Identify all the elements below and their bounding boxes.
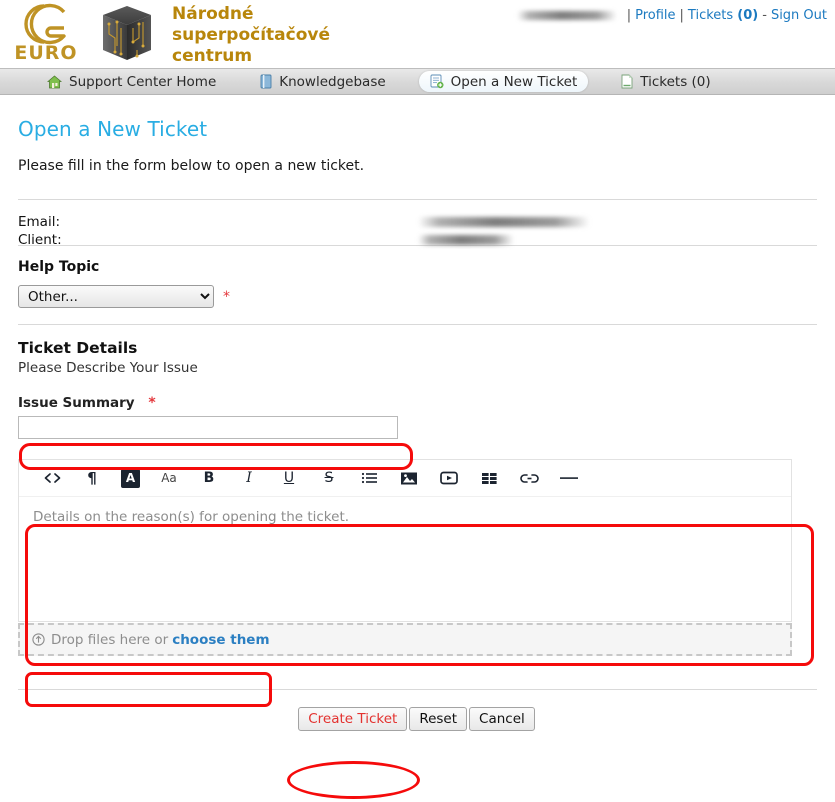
- rich-text-editor: ¶ A Aa B I U S Details on the reason(s) …: [18, 459, 792, 622]
- main-navigation: Support Center Home Knowledgebase Open a…: [0, 68, 835, 95]
- page-header: EURO Národné superpočítačové centrum | P…: [0, 0, 835, 68]
- user-bar-divider-2: |: [679, 8, 684, 23]
- cube-circuit-logo-icon: [96, 2, 158, 64]
- double-c-logo-icon: [24, 3, 66, 45]
- ticket-details-heading: Ticket Details: [18, 339, 138, 357]
- font-size-icon[interactable]: Aa: [158, 467, 180, 489]
- tab-label: Open a New Ticket: [450, 73, 578, 90]
- issue-summary-required-marker: *: [148, 395, 156, 411]
- tab-label: Knowledgebase: [279, 73, 386, 90]
- image-icon[interactable]: [398, 467, 420, 489]
- help-topic-block: Help Topic Other... *: [18, 246, 817, 324]
- tickets-link-count: (0): [737, 8, 759, 23]
- username-redacted: [516, 11, 617, 20]
- tab-tickets[interactable]: Tickets (0): [610, 71, 721, 92]
- link-icon[interactable]: [518, 467, 540, 489]
- ticket-details-section: Ticket Details Please Describe Your Issu…: [18, 325, 817, 656]
- horizontal-rule-icon[interactable]: [558, 467, 580, 489]
- source-code-icon[interactable]: [41, 467, 63, 489]
- email-value: [418, 215, 590, 230]
- paragraph-icon[interactable]: ¶: [81, 467, 103, 489]
- annotation-create-ticket-button: [287, 761, 420, 799]
- video-icon[interactable]: [438, 467, 460, 489]
- euro-logo-text: EURO: [14, 42, 78, 64]
- form-actions: Create Ticket Reset Cancel: [18, 707, 817, 731]
- book-icon: [260, 74, 272, 89]
- create-ticket-button[interactable]: Create Ticket: [298, 707, 408, 731]
- email-label: Email:: [18, 214, 61, 230]
- home-icon: [47, 74, 62, 89]
- email-value-redacted: [418, 217, 590, 227]
- underline-icon[interactable]: U: [278, 467, 300, 489]
- user-bar-dash: -: [762, 8, 767, 23]
- editor-body-placeholder[interactable]: Details on the reason(s) for opening the…: [19, 497, 791, 621]
- issue-summary-label-text: Issue Summary: [18, 395, 135, 411]
- euro-logo: EURO: [10, 2, 82, 64]
- help-topic-required-marker: *: [223, 288, 230, 305]
- text-color-icon[interactable]: A: [121, 468, 140, 488]
- client-row: Client:: [18, 231, 817, 249]
- client-value-redacted: [418, 235, 514, 245]
- tab-label: Support Center Home: [69, 73, 217, 90]
- issue-summary-label: Issue Summary *: [18, 395, 817, 411]
- document-icon: [621, 74, 633, 89]
- file-dropzone[interactable]: Drop files here or choose them: [18, 623, 792, 656]
- cancel-button[interactable]: Cancel: [469, 707, 535, 731]
- tab-open-a-new-ticket[interactable]: Open a New Ticket: [418, 71, 589, 92]
- account-info-block: Email: Client:: [18, 200, 817, 248]
- tickets-link[interactable]: Tickets (0): [688, 8, 758, 23]
- brand-block: EURO Národné superpočítačové centrum: [10, 2, 382, 67]
- bold-icon[interactable]: B: [198, 467, 220, 489]
- brand-title: Národné superpočítačové centrum: [172, 4, 331, 66]
- help-topic-row: Other... *: [18, 285, 817, 308]
- user-bar-divider-1: |: [626, 8, 632, 23]
- editor-toolbar: ¶ A Aa B I U S: [19, 460, 791, 497]
- user-bar: | Profile | Tickets (0) - Sign Out: [516, 8, 827, 23]
- bullet-list-icon[interactable]: [358, 467, 380, 489]
- reset-button[interactable]: Reset: [409, 707, 468, 731]
- help-topic-select[interactable]: Other...: [18, 285, 214, 308]
- sign-out-link[interactable]: Sign Out: [771, 8, 827, 23]
- table-icon[interactable]: [478, 467, 500, 489]
- strikethrough-icon[interactable]: S: [318, 467, 340, 489]
- help-topic-label: Help Topic: [18, 259, 100, 275]
- page-subtitle: Please fill in the form below to open a …: [18, 158, 365, 174]
- italic-icon[interactable]: I: [238, 467, 260, 489]
- profile-link[interactable]: Profile: [635, 8, 675, 23]
- tab-support-center-home[interactable]: Support Center Home: [36, 71, 227, 92]
- main-content: Open a New Ticket Please fill in the for…: [0, 117, 835, 731]
- upload-arrow-icon: [32, 633, 45, 646]
- issue-summary-input[interactable]: [18, 416, 398, 439]
- page-title: Open a New Ticket: [18, 117, 208, 141]
- tab-label: Tickets (0): [640, 73, 711, 90]
- dropzone-choose-files-link[interactable]: choose them: [172, 632, 269, 648]
- new-ticket-icon: [430, 74, 444, 89]
- client-value: [418, 233, 514, 248]
- ticket-details-subheading: Please Describe Your Issue: [18, 360, 198, 376]
- dropzone-text: Drop files here or: [51, 631, 169, 648]
- client-label: Client:: [18, 232, 62, 248]
- tab-knowledgebase[interactable]: Knowledgebase: [249, 71, 396, 92]
- email-row: Email:: [18, 213, 817, 231]
- tickets-link-label: Tickets: [687, 8, 734, 23]
- divider-footer: [18, 689, 817, 690]
